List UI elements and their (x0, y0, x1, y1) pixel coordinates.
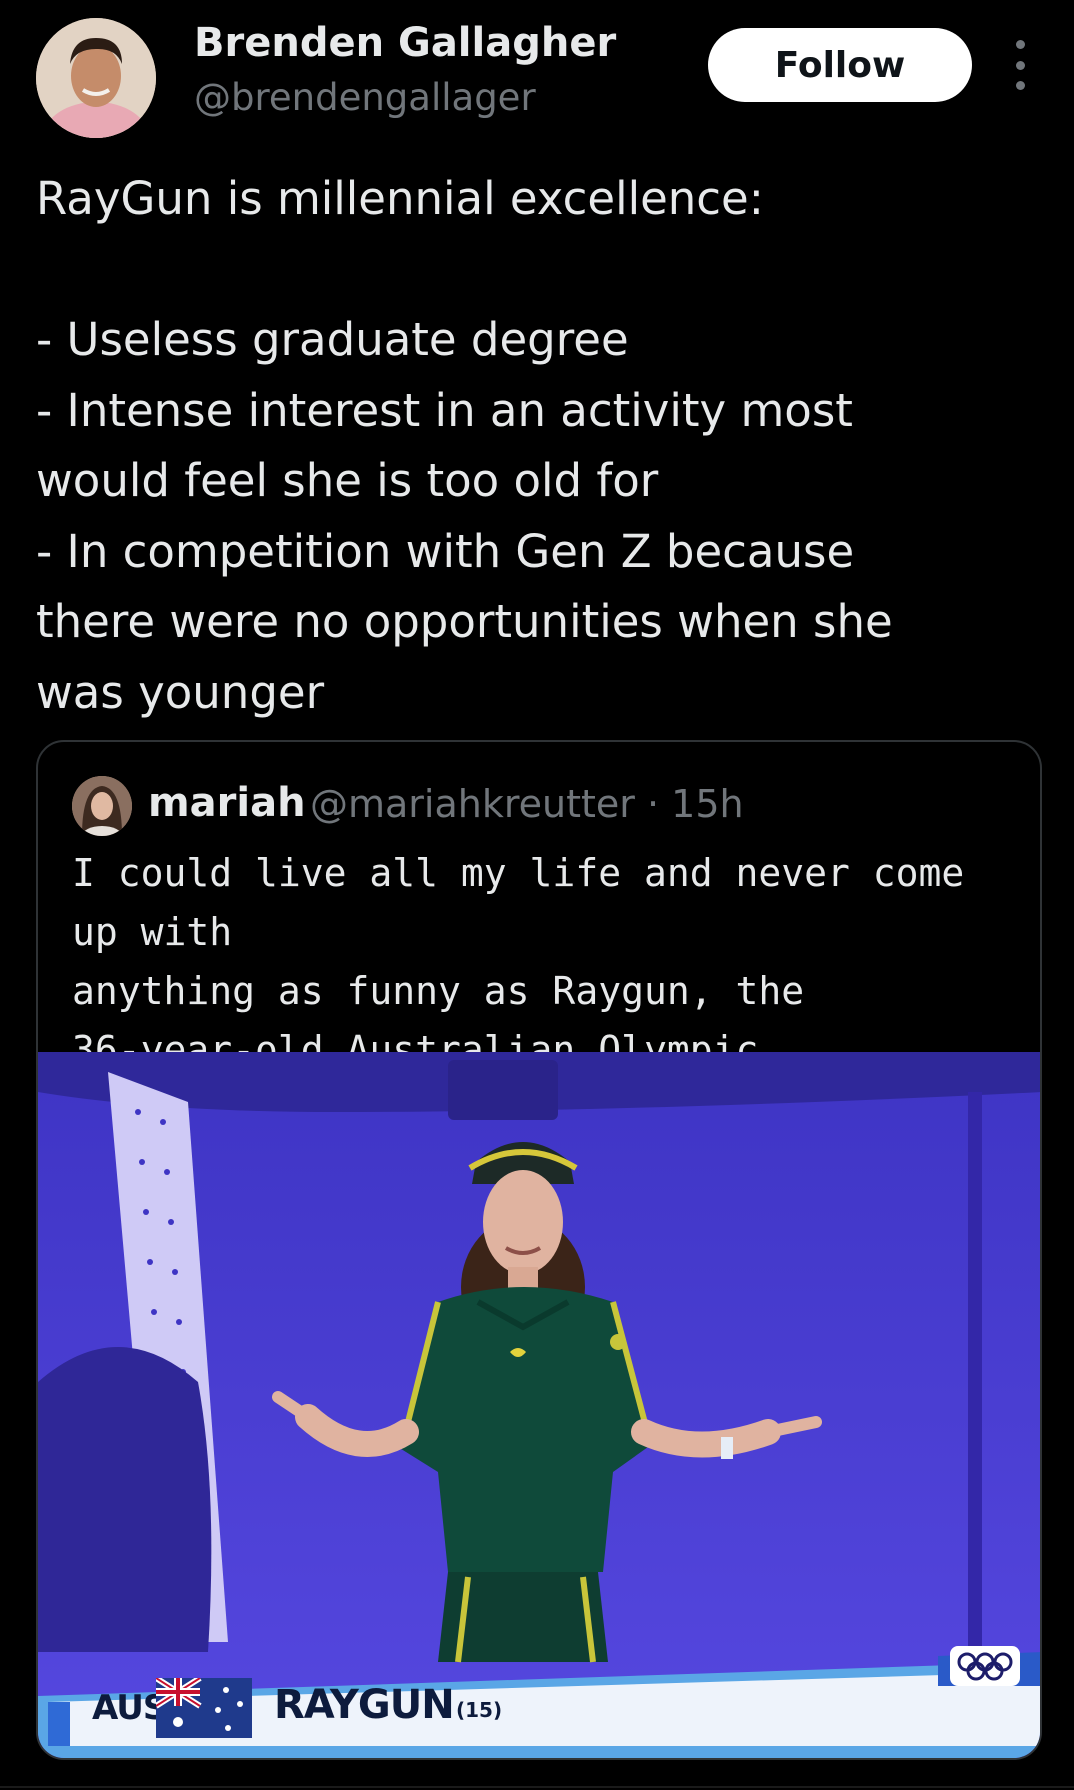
profile-photo-icon (72, 776, 132, 836)
quoted-post[interactable]: mariah @mariahkreutter · 15h I could liv… (36, 740, 1042, 1760)
athlete-name: RAYGUN (274, 1682, 455, 1728)
author-name[interactable]: Brenden Gallagher (194, 20, 616, 66)
broadcast-scorebar: AUS RAYGUN (15) (38, 1636, 1040, 1758)
author-handle[interactable]: @brendengallager (194, 76, 536, 119)
australia-flag-icon (156, 1678, 252, 1738)
post-header: Brenden Gallagher @brendengallager Follo… (0, 0, 1074, 150)
quote-author-handle-time[interactable]: @mariahkreutter · 15h (310, 782, 744, 826)
quote-author-name[interactable]: mariah (148, 780, 306, 826)
dot (1015, 81, 1025, 90)
dot (1015, 40, 1025, 49)
athlete-seed: (15) (456, 1698, 503, 1722)
olympic-rings-icon (950, 1646, 1020, 1686)
divider (0, 1786, 1074, 1788)
quote-media-image[interactable]: AUS RAYGUN (15) (38, 1052, 1040, 1758)
author-avatar[interactable] (36, 18, 156, 138)
post-text: RayGun is millennial excellence: - Usele… (36, 172, 893, 719)
profile-photo-icon (36, 18, 156, 138)
dot (1015, 60, 1025, 70)
more-vertical-icon[interactable] (1000, 40, 1040, 90)
quote-author-avatar[interactable] (72, 776, 132, 836)
follow-button[interactable]: Follow (708, 28, 972, 102)
